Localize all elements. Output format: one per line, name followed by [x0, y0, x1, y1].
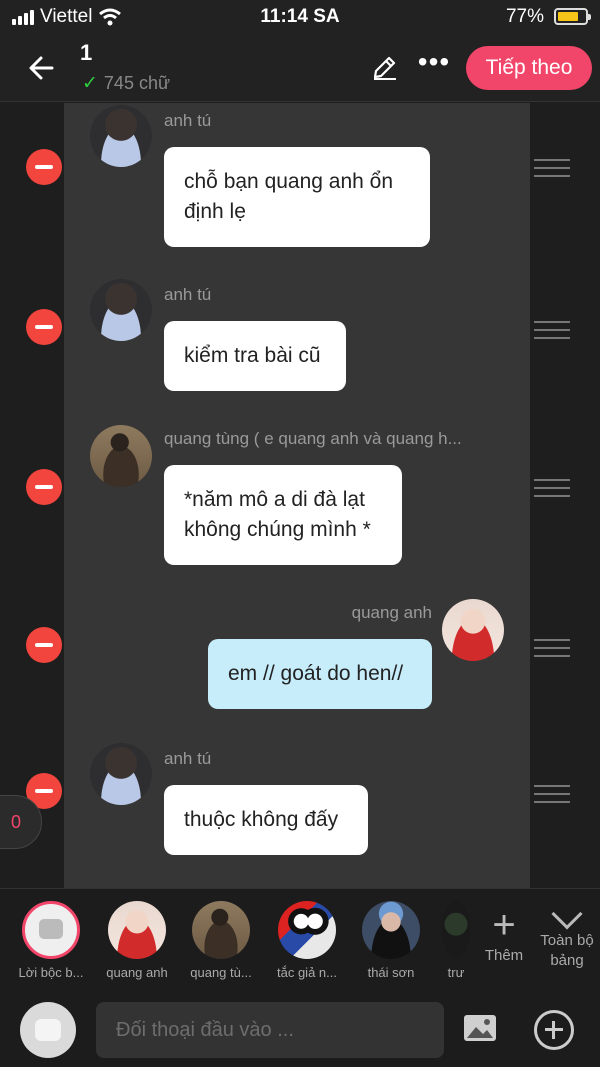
avatar	[192, 901, 250, 959]
page-title: 1	[80, 40, 93, 65]
avatar	[108, 901, 166, 959]
message-row: anh tú chỗ bạn quang anh ổn định lẹ	[0, 103, 600, 263]
sender-name: anh tú	[164, 285, 212, 304]
plus-icon: +	[492, 903, 516, 947]
avatar	[90, 425, 152, 487]
avatar	[90, 279, 152, 341]
character-label: tắc giả n...	[277, 965, 337, 980]
sender-name: anh tú	[164, 111, 212, 130]
drag-handle-icon[interactable]	[534, 321, 570, 341]
character-item[interactable]: trư	[436, 901, 476, 980]
status-bar: Viettel 11:14 SA 77%	[0, 0, 600, 34]
remove-icon[interactable]	[26, 149, 62, 185]
add-character-button[interactable]: + Thêm	[480, 903, 528, 964]
avatar	[362, 901, 420, 959]
battery-level	[558, 12, 579, 21]
character-bar: Lời bộc b... quang anh quang tù... tắc g…	[0, 888, 600, 992]
remove-icon[interactable]	[26, 309, 62, 345]
checkmark-icon: ✓	[82, 73, 98, 94]
full-table-button[interactable]: Toàn bộ bảng	[534, 898, 600, 971]
character-label: quang tù...	[190, 965, 252, 980]
avatar	[90, 105, 152, 167]
add-character-label: Thêm	[484, 947, 524, 964]
remove-icon[interactable]	[26, 469, 62, 505]
battery-percent: 77%	[505, 6, 544, 27]
character-item[interactable]: thái sơn	[352, 901, 430, 980]
word-count-text: 745 chữ	[103, 73, 171, 93]
character-item[interactable]: tắc giả n...	[268, 901, 346, 980]
drag-handle-icon[interactable]	[534, 639, 570, 659]
back-arrow-icon[interactable]	[24, 48, 64, 88]
avatar	[278, 901, 336, 959]
character-label: trư	[447, 965, 465, 980]
message-list[interactable]: anh tú chỗ bạn quang anh ổn định lẹ anh …	[0, 103, 600, 888]
message-bubble[interactable]: kiểm tra bài cũ	[164, 321, 346, 391]
message-row: quang tùng ( e quang anh và quang h... *…	[0, 423, 600, 573]
avatar	[90, 743, 152, 805]
message-row: quang anh em // goát do hen//	[0, 597, 600, 717]
message-bubble[interactable]: *năm mô a di đà lạt không chúng mình *	[164, 465, 402, 565]
chevron-down-icon	[551, 898, 583, 930]
sender-name: quang anh	[351, 603, 432, 622]
app-header: 1 ✓ 745 chữ ••• Tiếp theo	[0, 34, 600, 102]
drag-handle-icon[interactable]	[534, 159, 570, 179]
sender-name: quang tùng ( e quang anh và quang h...	[164, 429, 462, 448]
character-narrator[interactable]: Lời bộc b...	[12, 901, 90, 980]
drag-handle-icon[interactable]	[534, 479, 570, 499]
message-bubble[interactable]: chỗ bạn quang anh ổn định lẹ	[164, 147, 430, 247]
pencil-icon[interactable]	[370, 52, 400, 82]
add-circle-icon[interactable]	[534, 1010, 574, 1050]
character-label: Lời bộc b...	[18, 965, 84, 980]
message-row: anh tú kiểm tra bài cũ	[0, 279, 600, 409]
character-label: quang anh	[106, 965, 168, 980]
avatar	[442, 599, 504, 661]
narrator-icon	[22, 901, 80, 959]
battery-icon	[554, 8, 591, 25]
avatar	[442, 901, 470, 959]
character-label: thái sơn	[367, 965, 415, 980]
sender-name: anh tú	[164, 749, 212, 768]
character-item[interactable]: quang tù...	[182, 901, 260, 980]
more-options-icon[interactable]: •••	[416, 48, 452, 80]
message-bubble[interactable]: thuộc không đấy	[164, 785, 368, 855]
input-bar	[0, 992, 600, 1067]
character-item[interactable]: quang anh	[98, 901, 176, 980]
remove-icon[interactable]	[26, 627, 62, 663]
word-count: ✓ 745 chữ	[82, 72, 170, 95]
full-table-label: Toàn bộ bảng	[540, 932, 594, 969]
message-row: anh tú thuộc không đấy	[0, 741, 600, 871]
image-icon[interactable]	[462, 1012, 498, 1044]
next-button[interactable]: Tiếp theo	[466, 46, 592, 90]
narration-mode-icon[interactable]	[20, 1002, 76, 1058]
dialogue-input[interactable]	[96, 1002, 444, 1058]
message-bubble[interactable]: em // goát do hen//	[208, 639, 432, 709]
drag-handle-icon[interactable]	[534, 785, 570, 805]
